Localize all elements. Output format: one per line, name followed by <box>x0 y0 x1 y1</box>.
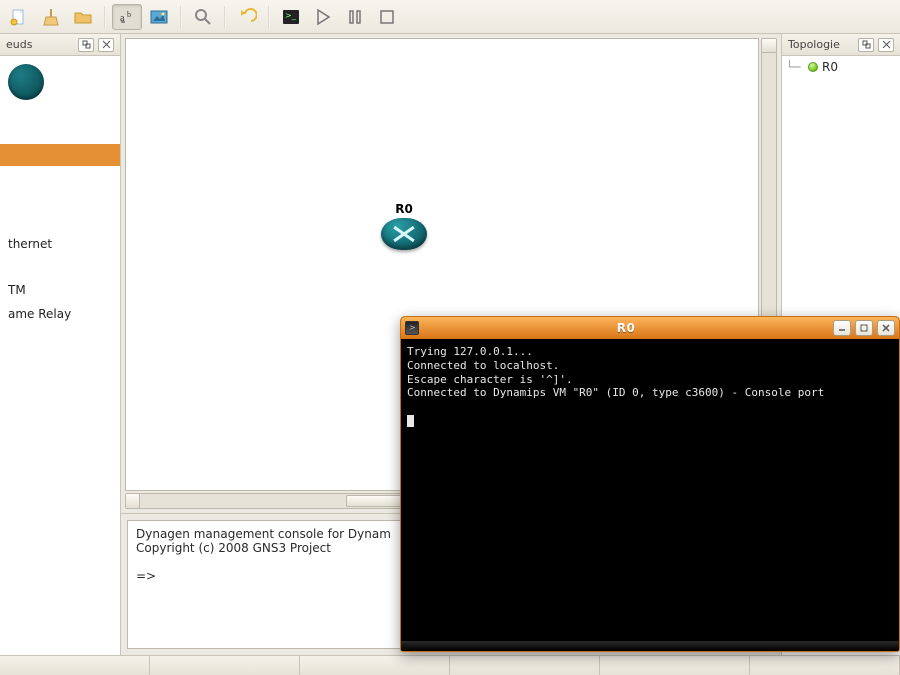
nodes-panel-header[interactable]: euds <box>0 34 120 56</box>
zoom-button[interactable] <box>188 4 218 30</box>
panel-close-button[interactable] <box>878 38 894 52</box>
nodes-panel: euds thernet TM <box>0 34 121 655</box>
topology-panel-header[interactable]: Topologie <box>782 34 900 56</box>
nodes-list: thernet TM ame Relay <box>0 56 120 655</box>
picture-icon <box>149 7 169 27</box>
canvas-node-r0[interactable]: R0 <box>381 202 427 250</box>
label-tool-button[interactable]: a b <box>112 4 142 30</box>
panel-close-button[interactable] <box>98 38 114 52</box>
play-icon <box>313 7 333 27</box>
maximize-icon <box>859 323 869 333</box>
panel-undock-button[interactable] <box>858 38 874 52</box>
stop-icon <box>377 7 397 27</box>
node-row-framerelay[interactable]: ame Relay <box>0 302 120 326</box>
node-row-label: ame Relay <box>8 307 71 321</box>
undock-icon <box>862 40 871 49</box>
file-icon <box>9 7 29 27</box>
router-icon <box>381 218 427 250</box>
node-row-router[interactable] <box>0 58 120 144</box>
main-toolbar: a b <box>0 0 900 34</box>
undo-icon <box>237 7 257 27</box>
separator <box>104 6 106 28</box>
image-tool-button[interactable] <box>144 4 174 30</box>
pause-icon <box>345 7 365 27</box>
status-bar <box>0 655 900 675</box>
window-resize-grip[interactable] <box>401 641 899 651</box>
term-line: Trying 127.0.0.1... <box>407 345 533 358</box>
console-line: Dynagen management console for Dynam <box>136 527 391 541</box>
close-icon <box>102 40 111 49</box>
node-row-ethernet[interactable]: thernet <box>0 232 120 256</box>
console-window-titlebar[interactable]: R0 <box>401 317 899 339</box>
clear-button[interactable] <box>36 4 66 30</box>
window-maximize-button[interactable] <box>855 320 873 336</box>
magnifier-icon <box>193 7 213 27</box>
undo-button[interactable] <box>232 4 262 30</box>
term-line: Escape character is '^]'. <box>407 373 573 386</box>
node-row-selected[interactable] <box>0 144 120 166</box>
minimize-icon <box>837 323 847 333</box>
console-prompt: => <box>136 569 156 583</box>
folder-icon <box>73 7 93 27</box>
topology-node-label: R0 <box>822 60 838 74</box>
topology-node[interactable]: └─ R0 <box>786 58 896 76</box>
new-project-button[interactable] <box>4 4 34 30</box>
app-root: a b <box>0 0 900 675</box>
separator <box>268 6 270 28</box>
broom-icon <box>41 7 61 27</box>
node-row-label: TM <box>8 283 26 297</box>
node-row-label: thernet <box>8 237 52 251</box>
node-row-atm[interactable]: TM <box>0 278 120 302</box>
terminal-icon: >_ <box>281 7 301 27</box>
console-output[interactable]: Trying 127.0.0.1... Connected to localho… <box>401 339 899 641</box>
window-close-button[interactable] <box>877 320 895 336</box>
terminal-icon <box>405 321 419 335</box>
panel-undock-button[interactable] <box>78 38 94 52</box>
console-line: Copyright (c) 2008 GNS3 Project <box>136 541 331 555</box>
open-button[interactable] <box>68 4 98 30</box>
router-icon <box>8 64 44 100</box>
stop-button[interactable] <box>372 4 402 30</box>
console-window[interactable]: R0 Trying 127.0.0.1... Connected to loca… <box>400 316 900 652</box>
term-line: Connected to localhost. <box>407 359 559 372</box>
tree-branch-icon: └─ <box>786 60 804 74</box>
nodes-panel-title: euds <box>6 38 32 51</box>
term-line: Connected to Dynamips VM "R0" (ID 0, typ… <box>407 386 824 399</box>
svg-text:b: b <box>127 10 131 19</box>
window-minimize-button[interactable] <box>833 320 851 336</box>
separator <box>224 6 226 28</box>
separator <box>180 6 182 28</box>
topology-panel-title: Topologie <box>788 38 840 51</box>
console-window-title: R0 <box>423 321 829 335</box>
pause-button[interactable] <box>340 4 370 30</box>
status-running-icon <box>808 62 818 72</box>
canvas-node-label: R0 <box>381 202 427 216</box>
console-button[interactable]: >_ <box>276 4 306 30</box>
close-icon <box>882 40 891 49</box>
svg-text:>_: >_ <box>285 11 297 20</box>
close-icon <box>881 323 891 333</box>
ab-icon: a b <box>117 7 137 27</box>
undock-icon <box>82 40 91 49</box>
play-button[interactable] <box>308 4 338 30</box>
terminal-cursor <box>407 415 414 427</box>
